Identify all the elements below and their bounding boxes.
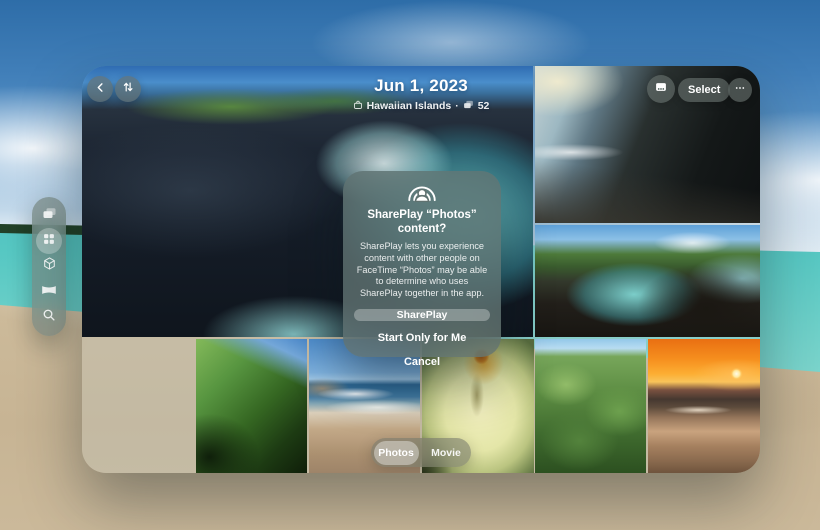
dialog-title: SharePlay “Photos” content?	[343, 209, 501, 237]
chevron-left-icon	[95, 80, 106, 98]
photo-tile[interactable]	[82, 339, 194, 473]
back-button[interactable]	[87, 76, 113, 102]
view-options-button[interactable]	[647, 75, 675, 103]
search-icon	[42, 308, 56, 327]
grid-view-icon	[654, 80, 668, 99]
sidebar-item-photos[interactable]	[36, 205, 62, 227]
photos-stack-icon	[42, 206, 57, 226]
ellipsis-icon	[734, 81, 746, 99]
shareplay-icon	[403, 182, 441, 202]
albums-grid-icon	[42, 232, 56, 251]
shareplay-confirm-button[interactable]: SharePlay	[354, 309, 490, 321]
visionos-photos-screen: Jun 1, 2023 Hawaiian Islands · 52	[0, 0, 820, 530]
toggle-option-photos[interactable]: Photos	[374, 441, 419, 465]
photo-tile[interactable]	[648, 339, 760, 473]
dialog-body: SharePlay lets you experience content wi…	[343, 241, 501, 301]
sort-button[interactable]	[115, 76, 141, 102]
shareplay-dialog: SharePlay “Photos” content? SharePlay le…	[343, 171, 501, 357]
photo-tile[interactable]	[535, 225, 760, 337]
select-button-label: Select	[688, 84, 720, 96]
sidebar-item-albums[interactable]	[36, 230, 62, 252]
photo-tile[interactable]	[196, 339, 307, 473]
cancel-button[interactable]: Cancel	[404, 356, 440, 368]
more-options-button[interactable]	[728, 78, 752, 102]
sidebar-item-spatial[interactable]	[36, 255, 62, 277]
panorama-icon	[41, 283, 57, 301]
sidebar-item-search[interactable]	[36, 306, 62, 328]
photos-tab-sidebar	[32, 197, 66, 336]
toggle-option-movie[interactable]: Movie	[424, 441, 469, 465]
sort-arrows-icon	[122, 80, 134, 98]
photos-movie-toggle: Photos Movie	[371, 438, 471, 467]
spatial-icon	[42, 256, 57, 276]
photo-tile[interactable]	[535, 339, 646, 473]
sidebar-item-panoramas[interactable]	[36, 281, 62, 303]
select-button[interactable]: Select	[678, 78, 730, 102]
start-only-for-me-button[interactable]: Start Only for Me	[378, 332, 467, 344]
